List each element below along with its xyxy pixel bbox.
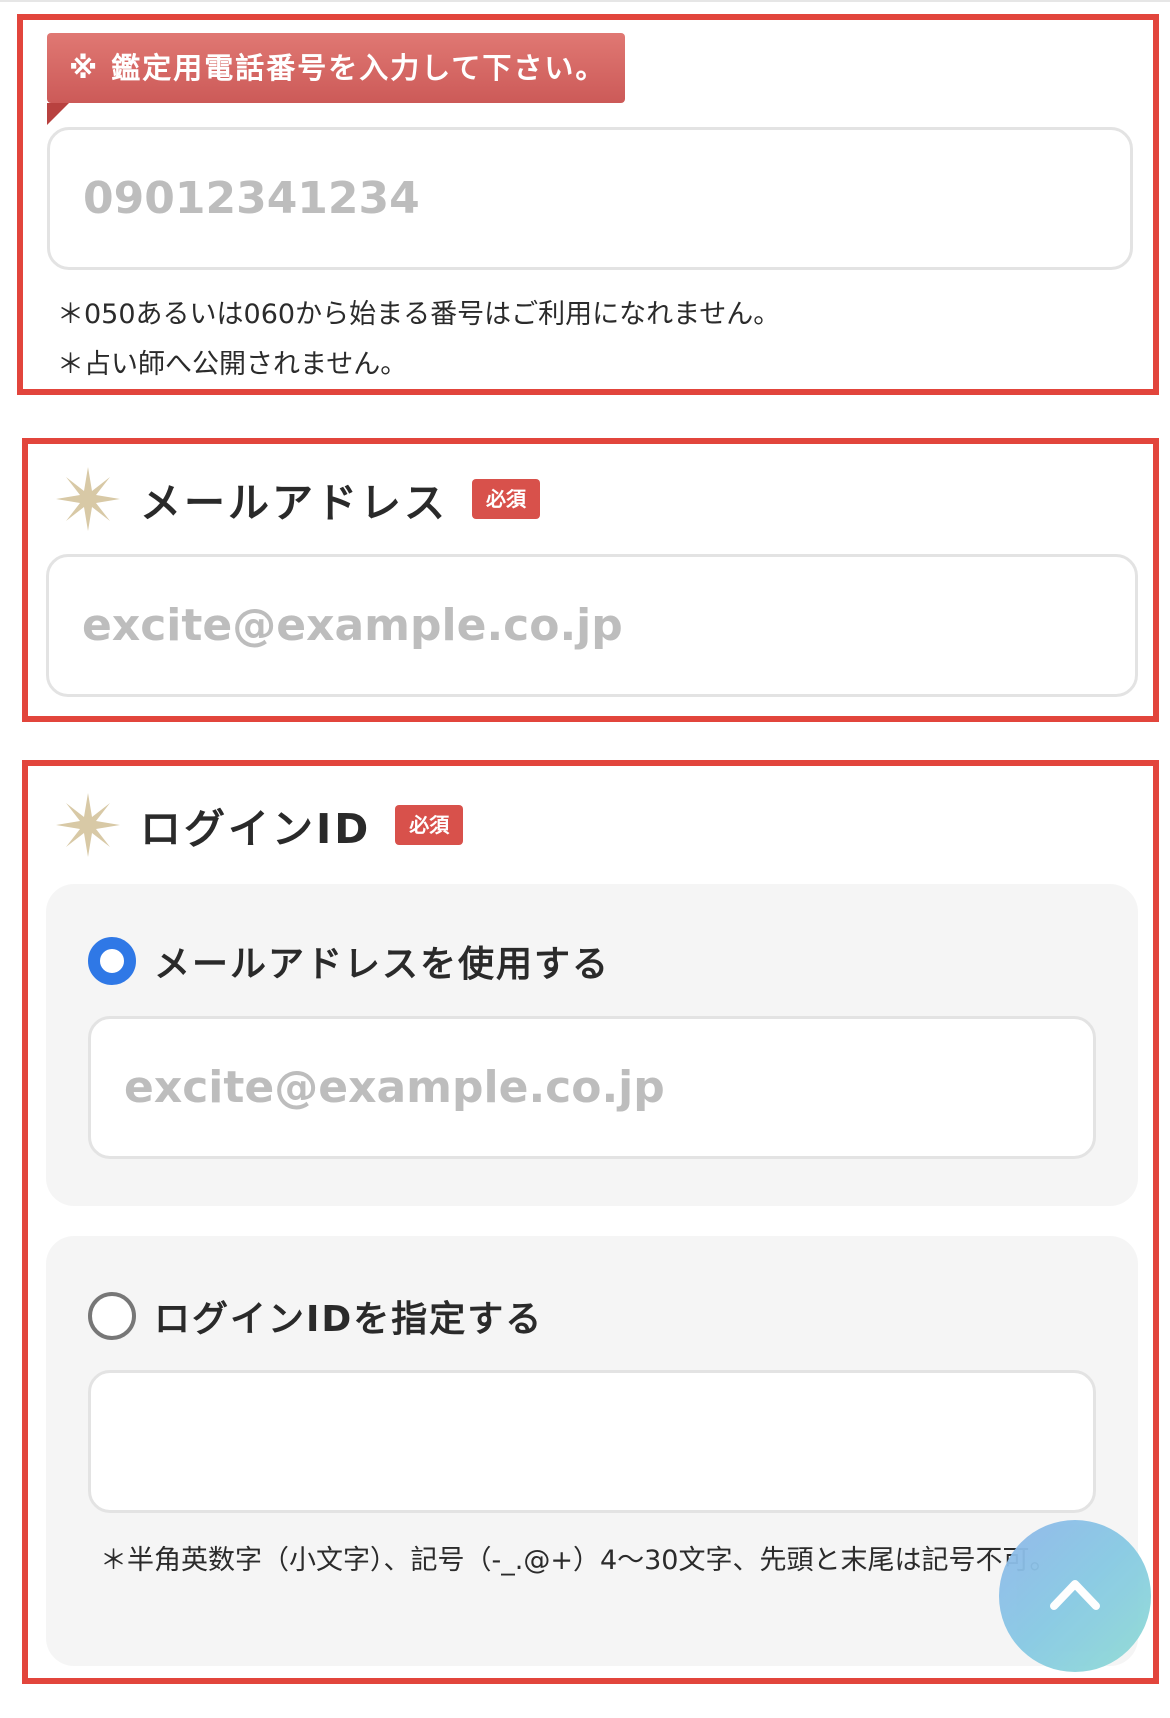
- chevron-up-icon: [1049, 1577, 1101, 1615]
- phone-note-privacy: ＊占い師へ公開されません。: [57, 349, 408, 380]
- login-id-heading: ログインID 必須: [56, 790, 464, 860]
- required-badge: 必須: [472, 479, 540, 519]
- option-use-email-label[interactable]: メールアドレスを使用する: [154, 935, 610, 987]
- login-id-input[interactable]: [88, 1370, 1096, 1513]
- option-custom-id-label[interactable]: ログインIDを指定する: [154, 1290, 543, 1342]
- email-input[interactable]: [46, 554, 1138, 697]
- login-id-rules-note: ＊半角英数字（小文字）、記号（-_.@+）4〜30文字、先頭と末尾は記号不可。: [88, 1536, 1078, 1586]
- email-section: メールアドレス 必須: [22, 438, 1159, 722]
- email-label: メールアドレス: [140, 479, 448, 527]
- login-id-label: ログインID: [140, 805, 372, 853]
- sparkle-icon: [56, 793, 120, 857]
- scroll-to-top-button[interactable]: [999, 1520, 1151, 1672]
- phone-input[interactable]: [47, 127, 1133, 270]
- option-custom-id[interactable]: ログインIDを指定する: [88, 1286, 543, 1346]
- radio-use-email-selected[interactable]: [88, 937, 136, 985]
- phone-note-unavailable-numbers: ＊050あるいは060から始まる番号はご利用になれません。: [57, 299, 781, 330]
- login-id-rules-text: ＊半角英数字（小文字）、記号（-_.@+）4〜30文字、先頭と末尾は記号不可。: [100, 1545, 1057, 1576]
- option-use-email[interactable]: メールアドレスを使用する: [88, 931, 610, 991]
- banner-tail: [47, 103, 69, 125]
- sparkle-icon: [56, 467, 120, 531]
- option-custom-id-panel: ログインIDを指定する ＊半角英数字（小文字）、記号（-_.@+）4〜30文字、…: [46, 1236, 1138, 1666]
- option-use-email-panel: メールアドレスを使用する: [46, 884, 1138, 1206]
- login-id-section: ログインID 必須 メールアドレスを使用する ログインIDを指定する ＊半角英数…: [22, 760, 1159, 1684]
- email-heading: メールアドレス 必須: [56, 464, 540, 534]
- login-email-input[interactable]: [88, 1016, 1096, 1159]
- phone-instruction-banner: ※ 鑑定用電話番号を入力して下さい。: [47, 33, 625, 103]
- top-divider: [0, 0, 1170, 2]
- phone-section: ※ 鑑定用電話番号を入力して下さい。 ＊050あるいは060から始まる番号はご利…: [17, 14, 1159, 395]
- required-badge: 必須: [395, 805, 464, 845]
- radio-custom-id-unselected[interactable]: [88, 1292, 136, 1340]
